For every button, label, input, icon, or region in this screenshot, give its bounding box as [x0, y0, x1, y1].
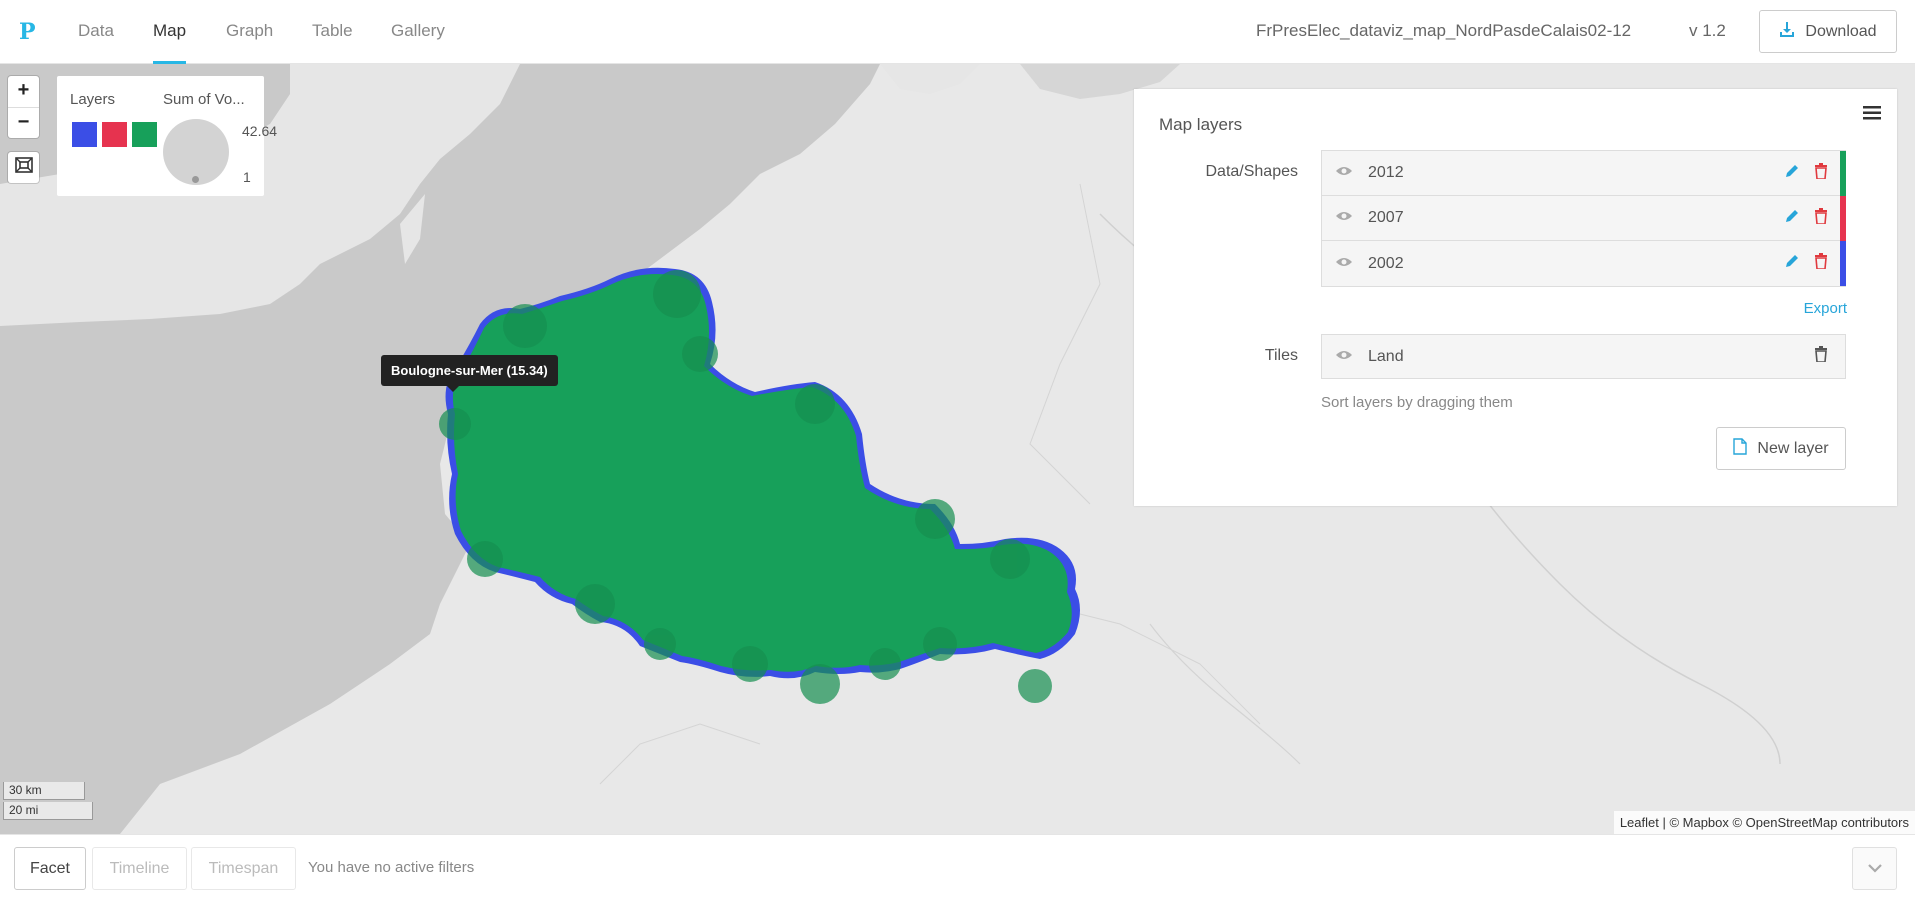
collapse-filters-button[interactable] — [1852, 847, 1897, 890]
map-layers-panel: Map layers Data/Shapes 2012 2007 2002 Ex… — [1134, 89, 1897, 506]
timeline-button[interactable]: Timeline — [92, 847, 187, 890]
tab-table[interactable]: Table — [312, 0, 353, 64]
tile-layer-row[interactable]: Land — [1321, 334, 1846, 379]
layer-color-bar — [1840, 241, 1846, 286]
download-icon — [1779, 21, 1795, 42]
tab-data[interactable]: Data — [78, 0, 114, 64]
facet-button[interactable]: Facet — [14, 847, 86, 890]
tab-graph[interactable]: Graph — [226, 0, 273, 64]
layer-name: 2012 — [1368, 164, 1404, 181]
layer-color-bar — [1840, 196, 1846, 241]
export-link[interactable]: Export — [1804, 300, 1847, 317]
map-attribution[interactable]: Leaflet | © Mapbox © OpenStreetMap contr… — [1613, 811, 1915, 834]
legend-max-value: 42.64 — [242, 123, 278, 139]
eye-icon[interactable] — [1335, 348, 1355, 366]
project-filename: FrPresElec_dataviz_map_NordPasdeCalais02… — [1256, 21, 1632, 40]
legend-size-dot — [192, 176, 199, 183]
timespan-button[interactable]: Timespan — [191, 847, 296, 890]
fit-bounds-icon — [14, 157, 33, 178]
map-legend: Layers Sum of Vo... 42.64 1 — [57, 76, 277, 196]
map-canvas[interactable]: + − Layers Sum of Vo... 42.64 1 Boulogne… — [0, 64, 1915, 834]
zoom-out-button[interactable]: − — [8, 107, 39, 138]
panel-title: Map layers — [1159, 115, 1243, 134]
trash-icon[interactable] — [1814, 346, 1832, 367]
layer-color-bar — [1840, 151, 1846, 196]
zoom-in-button[interactable]: + — [8, 76, 39, 107]
new-layer-label: New layer — [1757, 439, 1829, 457]
eye-icon[interactable] — [1335, 164, 1355, 182]
scale-mi: 20 mi — [3, 802, 93, 820]
version-label: v 1.2 — [1689, 21, 1726, 40]
layer-row-2002[interactable]: 2002 — [1322, 241, 1846, 286]
file-icon — [1733, 437, 1748, 460]
filter-status-message: You have no active filters — [308, 859, 475, 876]
tile-layer-name: Land — [1368, 347, 1404, 365]
eye-icon[interactable] — [1335, 255, 1355, 273]
layer-row-2012[interactable]: 2012 — [1322, 151, 1846, 196]
data-shapes-label: Data/Shapes — [1205, 163, 1298, 180]
app-logo[interactable]: P — [19, 19, 36, 45]
tiles-label: Tiles — [1264, 347, 1298, 364]
sort-layers-hint: Sort layers by dragging them — [1321, 394, 1513, 411]
pencil-icon[interactable] — [1784, 253, 1802, 274]
legend-layers-label: Layers — [70, 91, 116, 108]
fit-bounds-button[interactable] — [8, 152, 39, 183]
layer-row-2007[interactable]: 2007 — [1322, 196, 1846, 241]
scale-km: 30 km — [3, 782, 85, 800]
download-button[interactable]: Download — [1759, 10, 1897, 53]
pencil-icon[interactable] — [1784, 163, 1802, 184]
tab-gallery[interactable]: Gallery — [391, 0, 445, 64]
eye-icon[interactable] — [1335, 209, 1355, 227]
map-tooltip: Boulogne-sur-Mer (15.34) — [381, 355, 558, 392]
zoom-control: + − — [8, 76, 39, 138]
trash-icon[interactable] — [1814, 253, 1832, 274]
data-layer-list: 2012 2007 2002 — [1321, 150, 1846, 287]
legend-size-label: Sum of Vo... — [163, 91, 245, 108]
hamburger-menu-icon[interactable] — [1863, 105, 1881, 126]
pencil-icon[interactable] — [1784, 208, 1802, 229]
filter-bar: Facet Timeline Timespan You have no acti… — [0, 834, 1915, 899]
download-label: Download — [1805, 22, 1877, 40]
legend-swatch-2007 — [102, 122, 127, 147]
layer-name: 2002 — [1368, 254, 1404, 272]
top-navbar: P Data Map Graph Table Gallery FrPresEle… — [0, 0, 1915, 64]
trash-icon[interactable] — [1814, 207, 1832, 229]
legend-swatch-2012 — [132, 122, 157, 147]
legend-swatch-2002 — [72, 122, 97, 147]
tab-map[interactable]: Map — [153, 0, 187, 64]
new-layer-button[interactable]: New layer — [1716, 427, 1846, 470]
chevron-down-icon — [1867, 860, 1883, 878]
layer-name: 2007 — [1368, 209, 1404, 226]
legend-min-value: 1 — [243, 169, 251, 185]
trash-icon[interactable] — [1814, 162, 1832, 184]
